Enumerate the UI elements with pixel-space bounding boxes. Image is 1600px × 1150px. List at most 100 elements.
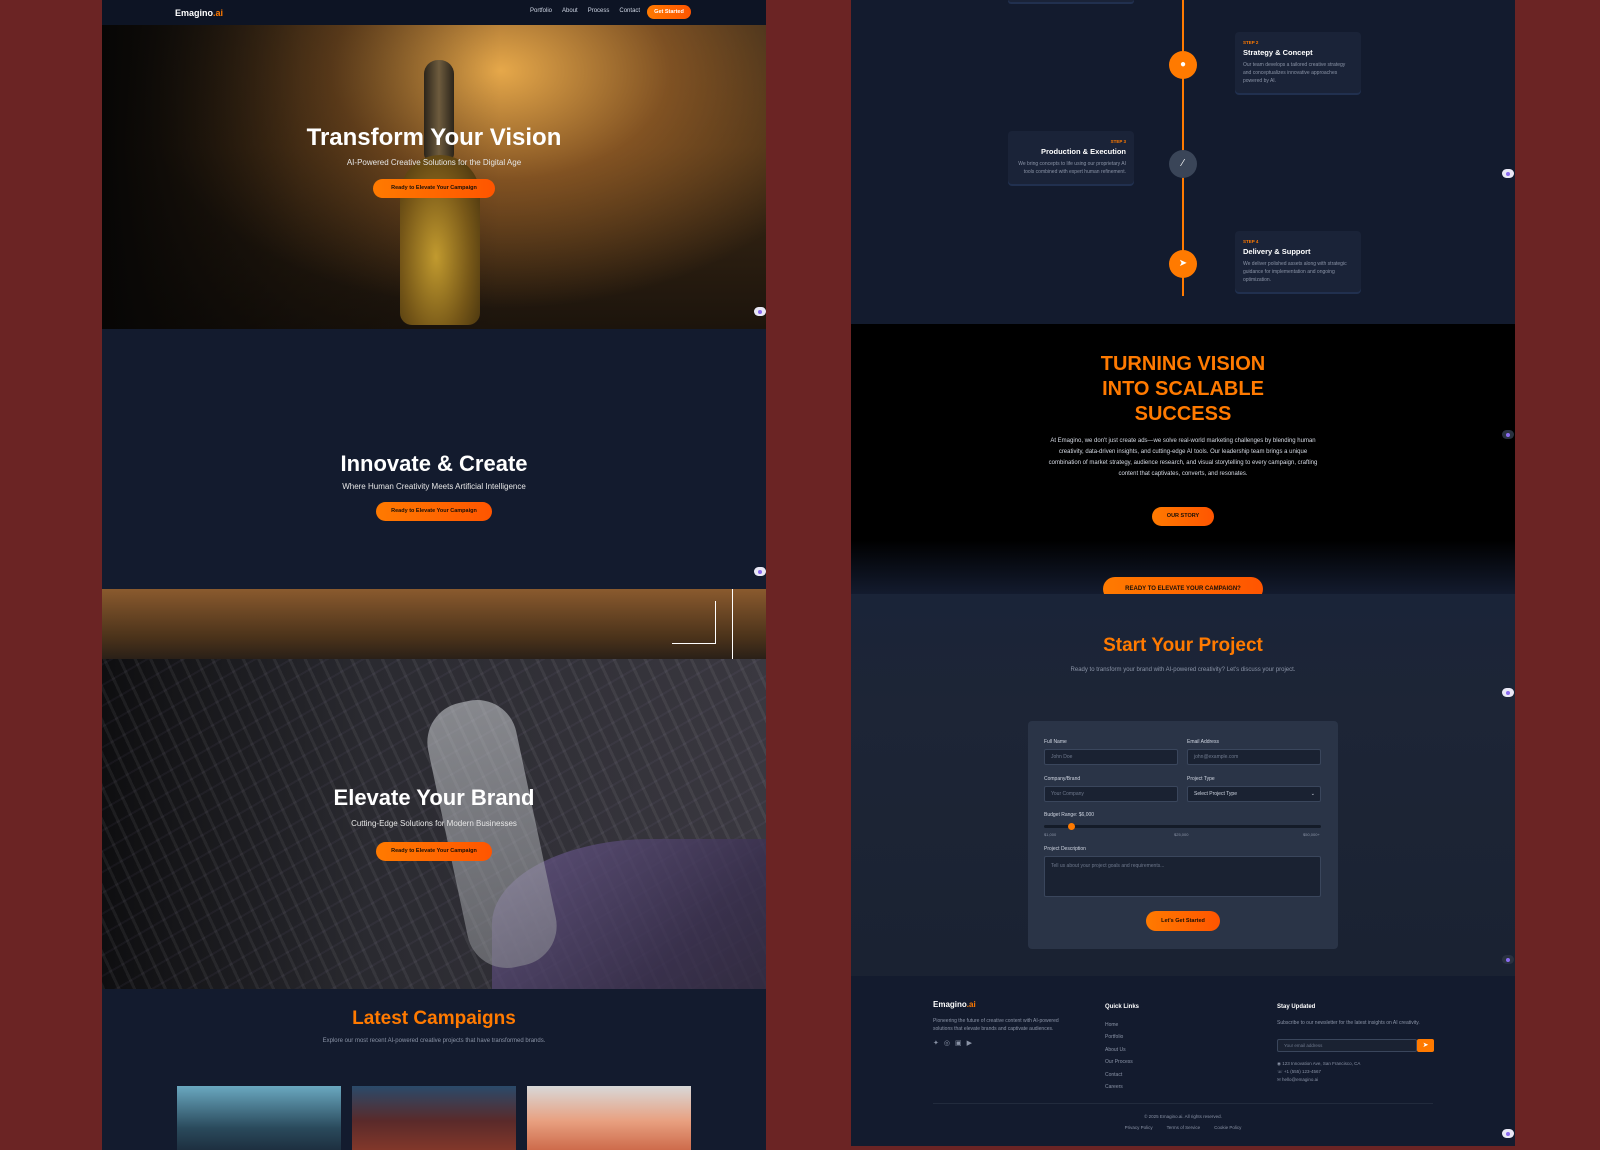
get-started-button[interactable]: Get Started: [647, 5, 691, 19]
scroll-indicator-icon[interactable]: [1502, 955, 1514, 964]
hero-cta-button[interactable]: Ready to Elevate Your Campaign: [373, 179, 495, 198]
youtube-icon[interactable]: ▶: [967, 1039, 972, 1047]
start-project-section: Start Your Project Ready to transform yo…: [851, 594, 1515, 976]
process-card-step-3: STEP 3 Production & Execution We bring c…: [1008, 131, 1134, 184]
lets-get-started-button[interactable]: Let's Get Started: [1146, 911, 1220, 931]
footer-logo[interactable]: Emagino.ai: [933, 1000, 976, 1009]
step-label: STEP 2: [1243, 40, 1259, 45]
nav-links: Portfolio About Process Contact: [530, 8, 640, 14]
terms-of-service-link[interactable]: Terms of Service: [1167, 1125, 1201, 1130]
project-description-textarea[interactable]: Tell us about your project goals and req…: [1044, 856, 1321, 897]
latest-campaigns-section: Latest Campaigns Explore our most recent…: [102, 989, 766, 1150]
innovate-subtitle: Where Human Creativity Meets Artificial …: [342, 482, 526, 491]
newsletter-email-input[interactable]: Your email address: [1277, 1039, 1417, 1052]
nav-link-portfolio[interactable]: Portfolio: [530, 8, 552, 14]
send-icon[interactable]: ➤: [1417, 1039, 1434, 1052]
nav-link-process[interactable]: Process: [588, 8, 610, 14]
footer-phone: ☏ +1 (555) 123-4567: [1277, 1068, 1321, 1076]
footer-link-portfolio[interactable]: Portfolio: [1105, 1031, 1133, 1043]
innovate-cta-button[interactable]: Ready to Elevate Your Campaign: [376, 502, 492, 521]
step-label: STEP 3: [1110, 139, 1126, 144]
scroll-indicator-icon[interactable]: [1502, 430, 1514, 439]
start-project-title: Start Your Project: [1103, 635, 1263, 656]
project-type-select[interactable]: Select Project Type ⌄: [1187, 786, 1321, 802]
footer-legal-links: Privacy Policy Terms of Service Cookie P…: [851, 1125, 1515, 1130]
step-label: STEP 4: [1243, 239, 1259, 244]
footer-link-process[interactable]: Our Process: [1105, 1056, 1133, 1068]
project-type-label: Project Type: [1187, 776, 1215, 782]
twitter-icon[interactable]: ✦: [933, 1039, 939, 1047]
footer-link-about[interactable]: About Us: [1105, 1044, 1133, 1056]
hero-title: Transform Your Vision: [306, 124, 562, 151]
elevate-title: Elevate Your Brand: [333, 785, 535, 810]
innovate-section: Innovate & Create Where Human Creativity…: [102, 329, 766, 589]
email-input[interactable]: john@example.com: [1187, 749, 1321, 765]
campaign-thumbnail-1[interactable]: [177, 1086, 341, 1150]
footer-link-careers[interactable]: Careers: [1105, 1081, 1133, 1093]
scroll-indicator-icon[interactable]: [1502, 688, 1514, 697]
our-story-button[interactable]: OUR STORY: [1152, 507, 1214, 526]
full-name-label: Full Name: [1044, 739, 1067, 745]
innovate-title: Innovate & Create: [340, 451, 528, 476]
scroll-indicator-icon[interactable]: [1502, 1129, 1514, 1138]
company-input[interactable]: Your Company: [1044, 786, 1178, 802]
vision-section: TURNING VISION INTO SCALABLE SUCCESS At …: [851, 324, 1515, 601]
rocket-icon: ➤: [1169, 250, 1197, 278]
step-title: Strategy & Concept: [1243, 48, 1313, 57]
quick-links-title: Quick Links: [1105, 1004, 1140, 1010]
latest-campaigns-desc: Explore our most recent AI-powered creat…: [322, 1038, 546, 1044]
process-card-step-1-partial: [1008, 0, 1134, 2]
nav-link-about[interactable]: About: [562, 8, 578, 14]
footer-tagline: Pioneering the future of creative conten…: [933, 1018, 1059, 1032]
top-nav: Emagino.ai Portfolio About Process Conta…: [102, 0, 766, 25]
cookie-policy-link[interactable]: Cookie Policy: [1214, 1125, 1241, 1130]
footer-link-home[interactable]: Home: [1105, 1019, 1133, 1031]
linkedin-icon[interactable]: ▣: [955, 1039, 962, 1047]
vision-body: At Emagino, we don't just create ads—we …: [1048, 438, 1318, 477]
campaign-thumbnail-2[interactable]: [352, 1086, 516, 1150]
process-card-step-4: STEP 4 Delivery & Support We deliver pol…: [1235, 231, 1361, 292]
water-background-image: [102, 589, 766, 659]
footer-divider: [933, 1103, 1433, 1104]
magic-wand-icon: ⁄: [1169, 150, 1197, 178]
footer-address: ◉ 123 Innovation Ave, San Francisco, CA: [1277, 1060, 1360, 1068]
budget-slider-thumb[interactable]: [1068, 823, 1076, 830]
project-form: Full Name John Doe Email Address john@ex…: [1028, 721, 1338, 949]
step-title: Delivery & Support: [1243, 247, 1311, 256]
scroll-indicator-icon[interactable]: [1502, 169, 1514, 178]
budget-max-label: $50,000+: [1303, 832, 1320, 837]
company-label: Company/Brand: [1044, 776, 1081, 782]
vision-title-line-2: INTO SCALABLE: [1102, 378, 1264, 400]
latest-campaigns-title: Latest Campaigns: [352, 1008, 516, 1029]
vision-title: TURNING VISION INTO SCALABLE SUCCESS: [851, 352, 1515, 427]
logo-suffix: .ai: [213, 8, 224, 18]
logo-text: Emagino: [175, 8, 214, 18]
full-name-input[interactable]: John Doe: [1044, 749, 1178, 765]
scroll-indicator-icon[interactable]: [754, 307, 766, 316]
email-text[interactable]: hello@emagino.ai: [1282, 1077, 1318, 1082]
campaign-thumbnail-3[interactable]: [527, 1086, 691, 1150]
step-desc: We deliver polished assets along with st…: [1243, 261, 1347, 283]
chevron-down-icon: ⌄: [1310, 791, 1315, 797]
budget-label: Budget Range: $6,000: [1044, 812, 1095, 818]
instagram-icon[interactable]: ◎: [944, 1039, 950, 1047]
footer-link-contact[interactable]: Contact: [1105, 1069, 1133, 1081]
budget-min-label: $1,000: [1044, 832, 1057, 837]
budget-slider-track[interactable]: [1044, 825, 1321, 828]
nav-link-contact[interactable]: Contact: [619, 8, 640, 14]
site-logo[interactable]: Emagino.ai: [175, 8, 223, 18]
elevate-cta-button[interactable]: Ready to Elevate Your Campaign: [376, 842, 492, 861]
frame-line-decoration: [732, 589, 733, 659]
process-card-step-2: STEP 2 Strategy & Concept Our team devel…: [1235, 32, 1361, 93]
hero-section: Transform Your Vision AI-Powered Creativ…: [102, 25, 766, 329]
phone-text: +1 (555) 123-4567: [1283, 1069, 1322, 1074]
project-description-label: Project Description: [1044, 846, 1086, 852]
privacy-policy-link[interactable]: Privacy Policy: [1125, 1125, 1153, 1130]
stay-updated-desc: Subscribe to our newsletter for the late…: [1277, 1020, 1420, 1026]
footer-logo-text: Emagino: [933, 1000, 967, 1009]
step-desc: We bring concepts to life using our prop…: [1018, 161, 1126, 175]
scroll-indicator-icon[interactable]: [754, 567, 766, 576]
project-type-value: Select Project Type: [1194, 791, 1237, 797]
frame-corner-decoration: [672, 601, 716, 644]
lightbulb-icon: ●: [1169, 51, 1197, 79]
